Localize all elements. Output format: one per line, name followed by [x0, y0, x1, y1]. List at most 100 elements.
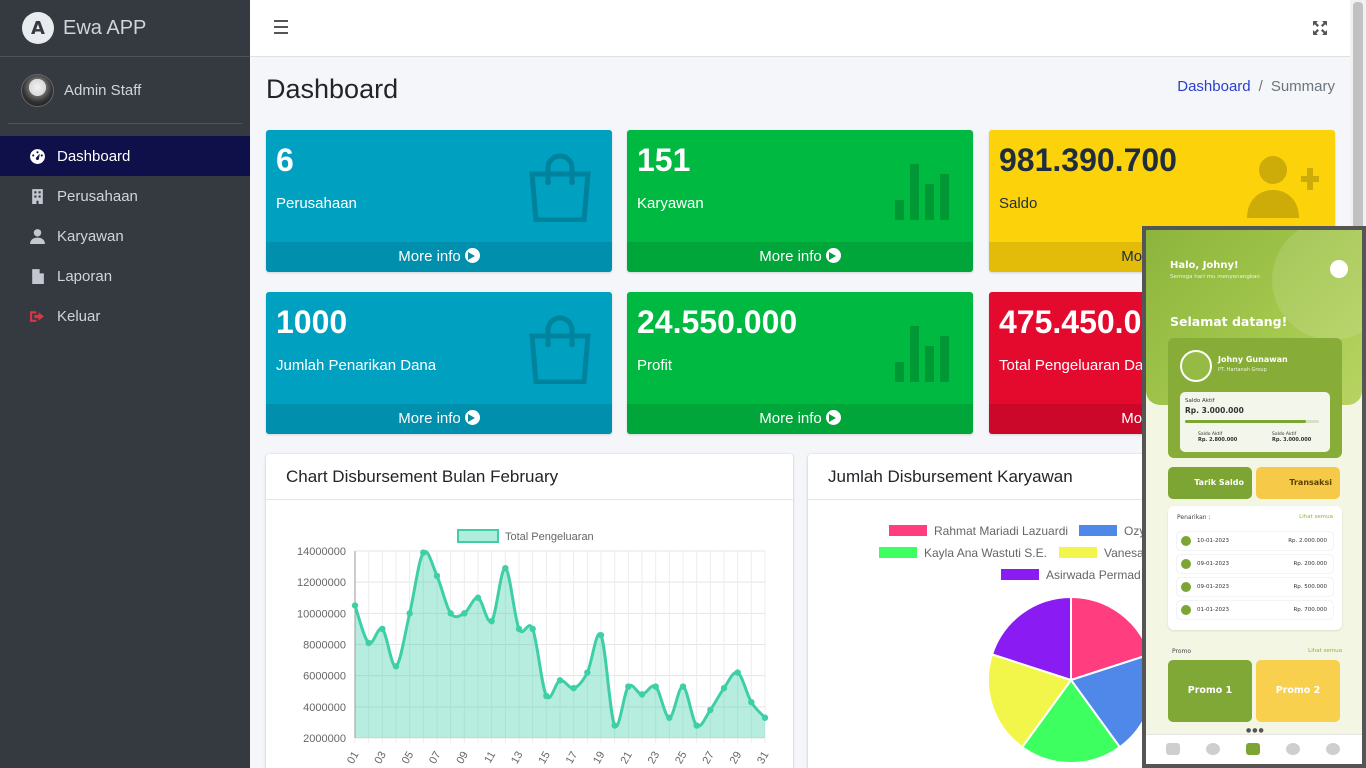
see-all-link[interactable]: Lihat semua: [1299, 514, 1333, 520]
mobile-preview: Halo, Johny! Semoga hari mu menyenangkan…: [1142, 226, 1366, 768]
wallet-icon: [1181, 536, 1191, 546]
brand-link[interactable]: A Ewa APP: [0, 0, 250, 57]
more-info-link[interactable]: More info: [627, 242, 973, 272]
data-point: [365, 639, 372, 647]
transaksi-button[interactable]: Transaksi: [1256, 467, 1340, 499]
more-info-link[interactable]: More info: [627, 404, 973, 434]
list-item[interactable]: 01-01-2023 Rp. 700.000: [1177, 601, 1333, 619]
data-point: [392, 663, 400, 670]
stat-box-penarikan-dana: 1000 Jumlah Penarikan Dana More info: [266, 292, 612, 434]
data-point: [720, 684, 728, 692]
data-point: [351, 602, 359, 609]
profile-icon[interactable]: [1330, 260, 1348, 278]
sidebar-item-perusahaan[interactable]: Perusahaan: [0, 176, 250, 216]
promo-title: Promo: [1172, 648, 1192, 655]
legend-swatch: [1001, 569, 1039, 580]
data-point: [679, 683, 687, 690]
data-point: [447, 610, 454, 617]
x-tick-label: 03: [372, 750, 389, 767]
ticket-icon[interactable]: [1166, 743, 1180, 755]
promo-see-all-link[interactable]: Lihat semua: [1308, 648, 1342, 654]
sidebar-item-dashboard[interactable]: Dashboard: [0, 136, 250, 176]
breadcrumb-dashboard[interactable]: Dashboard: [1177, 78, 1250, 95]
user-icon: [29, 228, 46, 245]
mini-value: Rp. 3.000.000: [1272, 437, 1312, 443]
data-point: [406, 610, 413, 617]
clock-icon[interactable]: [1206, 743, 1220, 755]
sidebar-item-keluar[interactable]: Keluar: [0, 296, 250, 336]
x-tick-label: 13: [509, 750, 526, 767]
y-tick-label: 4000000: [303, 702, 346, 714]
stat-box-karyawan: 151 Karyawan More info: [627, 130, 973, 272]
tachometer-icon: [29, 148, 46, 165]
wallet-icon: [1181, 559, 1191, 569]
chat-icon[interactable]: [1286, 743, 1300, 755]
data-point: [748, 698, 755, 706]
data-point: [461, 610, 468, 617]
stat-value: 151: [637, 142, 691, 178]
wallet-icon: [1181, 605, 1191, 615]
user-panel[interactable]: Admin Staff: [8, 57, 242, 124]
fullscreen-icon[interactable]: [1312, 20, 1328, 36]
legend-label: Total Pengeluaran: [505, 531, 594, 543]
more-info-link[interactable]: More info: [266, 242, 612, 272]
data-point: [556, 677, 564, 684]
sidebar-item-laporan[interactable]: Laporan: [0, 256, 250, 296]
list-item[interactable]: 10-01-2023 Rp. 2.000.000: [1177, 532, 1333, 550]
more-info-label: More info: [759, 410, 822, 427]
legend-swatch: [1079, 525, 1117, 536]
file-icon: [29, 268, 46, 285]
row-date: 09-01-2023: [1197, 561, 1229, 567]
sidebar-item-label: Laporan: [57, 267, 113, 285]
mobile-company: PT. Hartanah Group: [1218, 367, 1267, 373]
data-point: [570, 684, 577, 692]
arrow-circle-right-icon: [464, 248, 480, 263]
promo-card-2[interactable]: Promo 2: [1256, 660, 1340, 722]
bar-chart-icon: [895, 326, 949, 382]
data-point: [652, 683, 659, 690]
mini-saldo-left: Saldo Aktif Rp. 2.800.000: [1198, 432, 1237, 443]
avatar: [21, 73, 54, 107]
list-item[interactable]: 09-01-2023 Rp. 500.000: [1177, 578, 1333, 596]
legend-label: Vanesa: [1104, 546, 1144, 560]
data-point: [502, 564, 509, 572]
carousel-dots[interactable]: ●●●: [1246, 727, 1265, 734]
breadcrumb-current: Summary: [1270, 78, 1335, 95]
list-title: Penarikan :: [1177, 514, 1211, 521]
data-point: [543, 692, 550, 700]
sidebar-item-karyawan[interactable]: Karyawan: [0, 216, 250, 256]
saldo-label: Saldo Aktif: [1185, 398, 1215, 404]
stat-label: Perusahaan: [276, 195, 357, 212]
legend-label: Asirwada Permad: [1046, 568, 1141, 582]
list-item[interactable]: 09-01-2023 Rp. 200.000: [1177, 555, 1333, 573]
penarikan-list: Penarikan : Lihat semua 10-01-2023 Rp. 2.…: [1168, 506, 1342, 630]
row-amount: Rp. 2.000.000: [1288, 538, 1327, 544]
logo-letter: A: [31, 17, 45, 39]
arrow-circle-right-icon: [464, 410, 480, 425]
tarik-saldo-button[interactable]: Tarik Saldo: [1168, 467, 1252, 499]
legend-label: Kayla Ana Wastuti S.E.: [924, 546, 1047, 560]
stat-value: 1000: [276, 304, 348, 340]
arrow-circle-right-icon: [825, 248, 841, 263]
mobile-greeting: Halo, Johny!: [1170, 260, 1239, 271]
mobile-user-card: Johny Gunawan PT. Hartanah Group Saldo A…: [1168, 338, 1342, 458]
promo-card-1[interactable]: Promo 1: [1168, 660, 1252, 722]
x-tick-label: 11: [482, 750, 498, 766]
home-icon[interactable]: [1246, 743, 1260, 755]
wallet-icon: [1181, 582, 1191, 592]
data-point: [638, 691, 646, 698]
menu-toggle-icon[interactable]: [274, 20, 288, 34]
x-tick-label: 25: [673, 750, 690, 767]
breadcrumb-separator: /: [1258, 78, 1263, 95]
row-amount: Rp. 700.000: [1293, 607, 1327, 613]
top-navbar: [250, 0, 1350, 57]
user-name[interactable]: Admin Staff: [64, 82, 141, 99]
line-chart: Total Pengeluaran 2000000 4000000 6000000 80…: [297, 529, 772, 767]
mobile-tab-bar: [1146, 734, 1362, 764]
data-point: [625, 683, 632, 690]
row-date: 09-01-2023: [1197, 584, 1229, 590]
more-info-link[interactable]: More info: [266, 404, 612, 434]
scrollbar-thumb[interactable]: [1353, 2, 1363, 232]
card-title: Chart Disbursement Bulan February: [266, 454, 793, 500]
profile-tab-icon[interactable]: [1326, 743, 1340, 755]
